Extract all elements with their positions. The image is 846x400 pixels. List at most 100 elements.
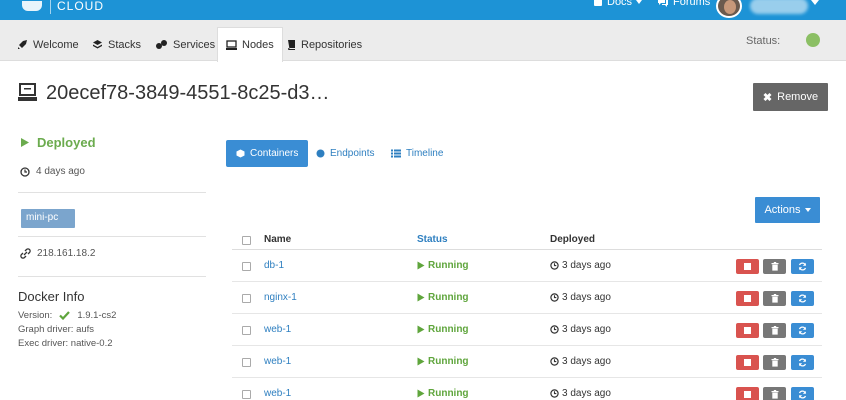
- main-nav: Welcome Stacks Services Nodes Repositori…: [0, 20, 846, 62]
- docker-info-title: Docker Info: [18, 289, 85, 304]
- list-icon: [391, 149, 401, 158]
- play-icon: [417, 357, 425, 366]
- cube-icon: [236, 149, 245, 158]
- container-deployed-value: 3 days ago: [562, 260, 611, 271]
- tab-label: Timeline: [406, 148, 444, 159]
- row-checkbox[interactable]: [242, 262, 251, 271]
- row-checkbox[interactable]: [242, 326, 251, 335]
- server-icon: [18, 83, 37, 101]
- deployed-time-value: 4 days ago: [36, 166, 85, 177]
- nav-item-repositories[interactable]: Repositories: [278, 28, 370, 61]
- stop-button[interactable]: [736, 323, 759, 338]
- trash-icon: [771, 390, 778, 399]
- globe-icon: [316, 149, 325, 158]
- select-all-checkbox[interactable]: [242, 236, 251, 245]
- node-ip-value: 218.161.18.2: [37, 248, 96, 259]
- docker-version: Version: 1.9.1-cs2: [18, 310, 116, 321]
- deployed-time: 4 days ago: [20, 166, 85, 177]
- clock-icon: [550, 389, 559, 398]
- container-name-link[interactable]: db-1: [264, 260, 284, 271]
- terminate-button[interactable]: [763, 323, 786, 338]
- docker-whale-icon: [22, 1, 42, 11]
- container-status: Running: [417, 324, 469, 335]
- redeploy-button[interactable]: [791, 355, 814, 370]
- check-icon: [59, 311, 71, 320]
- forums-link[interactable]: Forums: [657, 0, 710, 8]
- table-row: db-1 Running 3 days ago: [232, 250, 822, 282]
- redeploy-button[interactable]: [791, 323, 814, 338]
- terminate-button[interactable]: [763, 387, 786, 400]
- column-header-name[interactable]: Name: [264, 234, 291, 245]
- row-checkbox[interactable]: [242, 390, 251, 399]
- node-ip: 218.161.18.2: [20, 248, 95, 259]
- play-icon: [21, 138, 29, 147]
- nav-item-nodes[interactable]: Nodes: [217, 27, 283, 62]
- clock-icon: [550, 357, 559, 366]
- tab-containers[interactable]: Containers: [226, 140, 309, 167]
- nav-item-label: Welcome: [33, 38, 79, 51]
- docs-icon: [594, 0, 602, 6]
- refresh-icon: [798, 326, 807, 335]
- container-name-link[interactable]: nginx-1: [264, 292, 297, 303]
- container-deployed-value: 3 days ago: [562, 356, 611, 367]
- redeploy-button[interactable]: [791, 387, 814, 400]
- container-deployed: 3 days ago: [550, 292, 611, 303]
- play-icon: [417, 261, 425, 270]
- divider: [18, 276, 206, 277]
- terminate-button[interactable]: [763, 259, 786, 274]
- refresh-icon: [798, 262, 807, 271]
- container-deployed-value: 3 days ago: [562, 324, 611, 335]
- remove-button[interactable]: ✖ Remove: [753, 83, 828, 111]
- tab-label: Containers: [250, 148, 299, 159]
- container-name-link[interactable]: web-1: [264, 356, 291, 367]
- container-name-link[interactable]: web-1: [264, 388, 291, 399]
- server-icon: [226, 39, 237, 50]
- logo-text: CLOUD: [57, 0, 105, 13]
- actions-dropdown-button[interactable]: Actions: [755, 197, 820, 223]
- container-deployed-value: 3 days ago: [562, 388, 611, 399]
- play-icon: [417, 293, 425, 302]
- avatar[interactable]: [716, 0, 742, 18]
- trash-icon: [771, 326, 778, 335]
- docs-menu[interactable]: Docs: [593, 0, 643, 8]
- book-icon: [287, 40, 295, 50]
- terminate-button[interactable]: [763, 291, 786, 306]
- status-label: Status:: [746, 35, 781, 47]
- tab-timeline[interactable]: Timeline: [381, 140, 453, 167]
- redeploy-button[interactable]: [791, 291, 814, 306]
- forums-label: Forums: [673, 0, 711, 8]
- nav-item-welcome[interactable]: Welcome: [9, 28, 87, 61]
- container-status-label: Running: [428, 388, 469, 399]
- stop-icon: [744, 263, 751, 270]
- stop-button[interactable]: [736, 259, 759, 274]
- container-status-label: Running: [428, 324, 469, 335]
- column-header-status[interactable]: Status: [417, 234, 448, 245]
- docker-version-value: 1.9.1-cs2: [77, 310, 117, 321]
- nav-item-label: Services: [173, 38, 216, 51]
- user-menu-chevron-icon[interactable]: [811, 0, 819, 5]
- stop-button[interactable]: [736, 291, 759, 306]
- tab-endpoints[interactable]: Endpoints: [306, 140, 384, 167]
- stop-button[interactable]: [736, 355, 759, 370]
- logo[interactable]: CLOUD: [22, 0, 104, 20]
- refresh-icon: [798, 390, 807, 399]
- terminate-button[interactable]: [763, 355, 786, 370]
- rocket-icon: [18, 40, 27, 49]
- services-icon: [156, 40, 167, 49]
- node-tag[interactable]: mini-pc: [21, 209, 75, 228]
- row-checkbox[interactable]: [242, 294, 251, 303]
- chevron-down-icon: [636, 0, 643, 4]
- nav-item-stacks[interactable]: Stacks: [84, 28, 149, 61]
- container-name-link[interactable]: web-1: [264, 324, 291, 335]
- containers-table: Name Status Deployed db-1 Running 3 days a…: [232, 229, 822, 400]
- column-header-deployed[interactable]: Deployed: [550, 234, 595, 245]
- clock-icon: [550, 261, 559, 270]
- redeploy-button[interactable]: [791, 259, 814, 274]
- nav-item-label: Repositories: [301, 38, 363, 51]
- stop-button[interactable]: [736, 387, 759, 400]
- username-redacted[interactable]: [750, 0, 808, 14]
- row-checkbox[interactable]: [242, 358, 251, 367]
- actions-label: Actions: [764, 204, 801, 216]
- container-status-label: Running: [428, 356, 469, 367]
- nav-item-services[interactable]: Services: [147, 28, 223, 61]
